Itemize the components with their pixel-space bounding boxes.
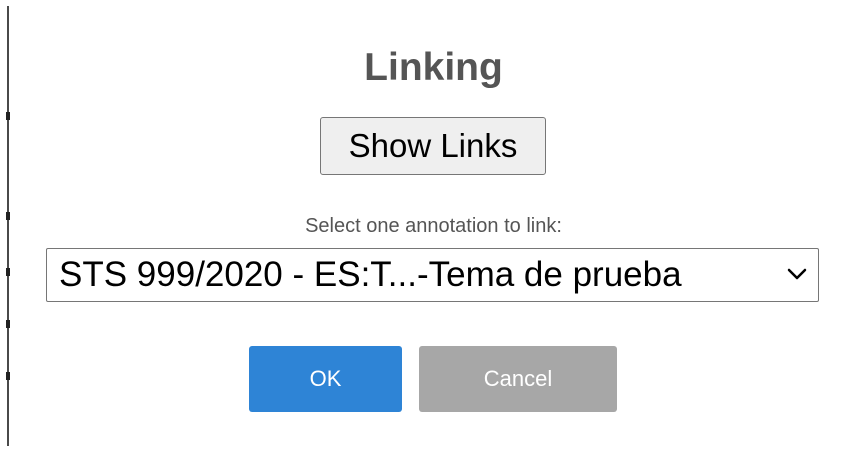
chevron-down-icon [787, 268, 807, 280]
annotation-select-value: STS 999/2020 - ES:T...-Tema de prueba [59, 255, 682, 294]
annotation-select[interactable]: STS 999/2020 - ES:T...-Tema de prueba [46, 248, 819, 302]
cancel-button[interactable]: Cancel [419, 346, 617, 412]
ok-button[interactable]: OK [249, 346, 402, 412]
linking-dialog: Linking Show Links Select one annotation… [0, 0, 847, 453]
dialog-title: Linking [364, 46, 503, 89]
select-annotation-label: Select one annotation to link: [305, 215, 562, 237]
show-links-button[interactable]: Show Links [320, 117, 546, 175]
